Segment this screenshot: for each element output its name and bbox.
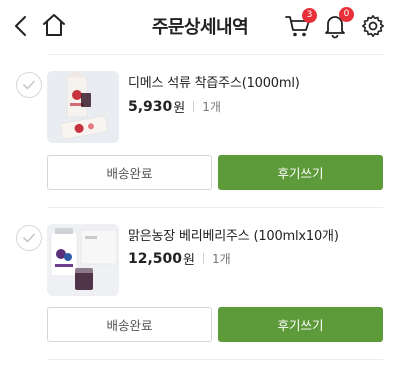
product-quantity: 1개 bbox=[212, 252, 231, 266]
product-thumbnail[interactable] bbox=[47, 71, 119, 143]
write-review-button[interactable]: 후기쓰기 bbox=[218, 307, 383, 342]
separator bbox=[193, 101, 195, 112]
checkmark-icon bbox=[23, 233, 35, 243]
shipping-status-button[interactable]: 배송완료 bbox=[47, 155, 212, 190]
juice-carton-image bbox=[47, 71, 119, 143]
divider bbox=[47, 54, 383, 55]
gear-icon bbox=[362, 15, 384, 37]
product-price: 5,930 bbox=[128, 98, 173, 115]
divider bbox=[47, 207, 383, 208]
settings-button[interactable] bbox=[360, 12, 386, 40]
price-line: 5,930 원 1개 bbox=[128, 97, 221, 117]
shipping-status-button[interactable]: 배송완료 bbox=[47, 307, 212, 342]
divider bbox=[47, 359, 383, 360]
select-checkbox[interactable] bbox=[16, 225, 42, 251]
product-name[interactable]: 맑은농장 베리베리주스 (100mlx10개) bbox=[128, 225, 339, 244]
notification-button[interactable]: 0 bbox=[323, 7, 354, 40]
product-quantity: 1개 bbox=[202, 100, 221, 114]
currency-unit: 원 bbox=[183, 253, 195, 268]
product-name[interactable]: 디메스 석류 착즙주스(1000ml) bbox=[128, 72, 300, 91]
write-review-button[interactable]: 후기쓰기 bbox=[218, 155, 383, 190]
separator bbox=[203, 253, 204, 264]
price-line: 12,500 원 1개 bbox=[128, 249, 231, 269]
top-app-bar: 주문상세내역 3 0 bbox=[0, 0, 400, 52]
cart-count-badge: 3 bbox=[302, 8, 317, 23]
product-thumbnail[interactable] bbox=[47, 224, 119, 296]
product-price: 12,500 bbox=[128, 250, 183, 267]
currency-unit: 원 bbox=[173, 101, 186, 116]
juice-pouch-image bbox=[47, 224, 119, 296]
select-checkbox[interactable] bbox=[16, 72, 42, 98]
notification-count-badge: 0 bbox=[339, 7, 354, 22]
checkmark-icon bbox=[23, 80, 35, 90]
cart-button[interactable]: 3 bbox=[283, 8, 317, 40]
